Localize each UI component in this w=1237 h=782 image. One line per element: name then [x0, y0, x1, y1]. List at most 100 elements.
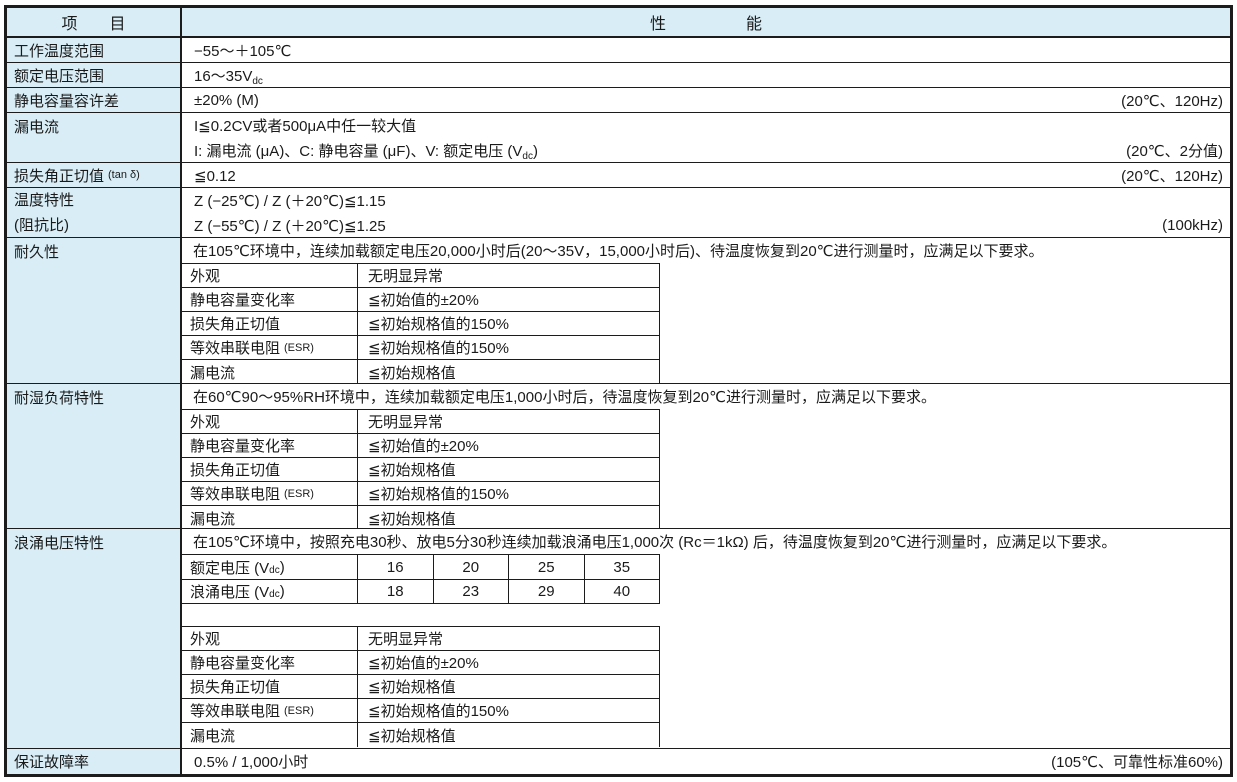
criteria-label: 外观 [182, 627, 358, 650]
criteria-value: ≦初始规格值 [358, 506, 659, 529]
row-leakage-current: 漏电流 I≦0.2CV或者500μA中任一较大值 I: 漏电流 (μA)、C: … [7, 113, 1230, 163]
criteria-value: ≦初始规格值的150% [358, 482, 659, 505]
criteria-value: ≦初始值的±20% [358, 288, 659, 311]
condition-note: (20℃、120Hz) [1121, 90, 1223, 111]
surge-voltage-label: 浪涌电压 (Vdc) [182, 580, 358, 603]
item-label-small: (tan δ) [108, 169, 140, 181]
criteria-label: 损失角正切值 [182, 675, 358, 698]
value-text: 0.5% / 1,000小时 [194, 751, 308, 772]
label-subscript: dc [269, 589, 280, 600]
criteria-label: 漏电流 [182, 360, 358, 384]
surge-voltage-row: 浪涌电压 (Vdc) 18 23 29 40 [182, 579, 659, 603]
criteria-value: ≦初始规格值 [358, 675, 659, 698]
header-item-cell: 项 目 [7, 8, 182, 36]
criteria-label: 漏电流 [182, 723, 358, 747]
item-label-cell: 保证故障率 [7, 749, 182, 774]
criteria-value: ≦初始规格值 [358, 723, 659, 747]
criteria-label-text: 等效串联电阻 [190, 700, 280, 721]
criteria-value: ≦初始值的±20% [358, 651, 659, 674]
item-label-cell: 静电容量容许差 [7, 88, 182, 112]
section-intro: 在105℃环境中，按照充电30秒、放电5分30秒连续加载浪涌电压1,000次 (… [182, 529, 1230, 554]
criteria-label: 损失角正切值 [182, 312, 358, 335]
item-label-cell: 浪涌电压特性 [7, 529, 182, 748]
row-rated-voltage-range: 额定电压范围 16～35Vdc [7, 63, 1230, 88]
criteria-row: 漏电流 ≦初始规格值 [182, 723, 659, 747]
value-text: ±20% (M) [194, 92, 259, 109]
rated-voltage-label: 额定电压 (Vdc) [182, 555, 358, 579]
item-label-cell: 耐湿负荷特性 [7, 384, 182, 528]
criteria-value: ≦初始规格值 [358, 458, 659, 481]
criteria-row: 等效串联电阻(ESR) ≦初始规格值的150% [182, 336, 659, 360]
line2-pre: I: 漏电流 (μA)、C: 静电容量 (μF)、V: 额定电压 (V [194, 143, 522, 160]
value-cell: Z (−25℃) / Z (＋20℃)≦1.15 Z (−55℃) / Z (＋… [182, 188, 1230, 237]
criteria-value: 无明显异常 [358, 410, 659, 433]
value-cell: I≦0.2CV或者500μA中任一较大值 I: 漏电流 (μA)、C: 静电容量… [182, 113, 1230, 162]
section-humidity-load: 耐湿负荷特性 在60℃90～95%RH环境中，连续加载额定电压1,000小时后，… [7, 384, 1230, 529]
item-label-cell: 漏电流 [7, 113, 182, 162]
value-subscript: dc [252, 76, 263, 87]
value-main: 16～35V [194, 68, 252, 85]
rated-voltage-value: 20 [434, 555, 510, 579]
header-performance-cell: 性 能 [182, 8, 1230, 36]
value-cell: ≦0.12 (20℃、120Hz) [182, 163, 1230, 187]
criteria-label-small: (ESR) [284, 342, 314, 354]
value-cell: 0.5% / 1,000小时 (105℃、可靠性标准60%) [182, 749, 1230, 774]
row-operating-temperature: 工作温度范围 −55～＋105℃ [7, 38, 1230, 63]
criteria-row: 外观 无明显异常 [182, 410, 659, 434]
criteria-sub-table: 外观 无明显异常 静电容量变化率 ≦初始值的±20% 损失角正切值 ≦初始规格值… [182, 409, 660, 529]
criteria-label: 静电容量变化率 [182, 288, 358, 311]
criteria-row: 等效串联电阻(ESR) ≦初始规格值的150% [182, 699, 659, 723]
criteria-label-text: 等效串联电阻 [190, 337, 280, 358]
section-intro: 在105℃环境中，连续加载额定电压20,000小时后(20～35V，15,000… [182, 238, 1230, 263]
item-label: 耐湿负荷特性 [14, 387, 104, 408]
surge-voltage-value: 40 [585, 580, 660, 603]
criteria-label: 等效串联电阻 (ESR) [182, 699, 358, 722]
criteria-label: 外观 [182, 264, 358, 287]
criteria-row: 损失角正切值 ≦初始规格值 [182, 675, 659, 699]
criteria-label: 外观 [182, 410, 358, 433]
section-surge-voltage: 浪涌电压特性 在105℃环境中，按照充电30秒、放电5分30秒连续加载浪涌电压1… [7, 529, 1230, 749]
value-cell: 16～35Vdc [182, 63, 1230, 87]
label-pre: 额定电压 (V [190, 557, 269, 578]
item-label: 耐久性 [14, 241, 59, 262]
value-line1: Z (−25℃) / Z (＋20℃)≦1.15 [194, 190, 386, 211]
row-failure-rate: 保证故障率 0.5% / 1,000小时 (105℃、可靠性标准60%) [7, 749, 1230, 774]
criteria-label: 静电容量变化率 [182, 651, 358, 674]
spec-table: 项 目 性 能 工作温度范围 −55～＋105℃ 额定电压范围 16～35Vdc [4, 5, 1233, 777]
item-label-cell: 额定电压范围 [7, 63, 182, 87]
criteria-row: 损失角正切值 ≦初始规格值的150% [182, 312, 659, 336]
value-cell: −55～＋105℃ [182, 38, 1230, 62]
surge-voltage-value: 29 [509, 580, 585, 603]
line2-post: ) [533, 143, 538, 160]
criteria-label-small: (ESR) [284, 705, 314, 717]
value-line1: I≦0.2CV或者500μA中任一较大值 [194, 115, 416, 136]
condition-note: (20℃、120Hz) [1121, 165, 1223, 186]
criteria-label: 等效串联电阻(ESR) [182, 482, 358, 505]
condition-note: (20℃、2分值) [1126, 140, 1223, 161]
section-durability: 耐久性 在105℃环境中，连续加载额定电压20,000小时后(20～35V，15… [7, 238, 1230, 384]
value-cell: 在105℃环境中，按照充电30秒、放电5分30秒连续加载浪涌电压1,000次 (… [182, 529, 1230, 748]
criteria-row: 静电容量变化率 ≦初始值的±20% [182, 288, 659, 312]
rated-voltage-value: 25 [509, 555, 585, 579]
criteria-row: 损失角正切值 ≦初始规格值 [182, 458, 659, 482]
criteria-row: 漏电流 ≦初始规格值 [182, 506, 659, 529]
criteria-label: 损失角正切值 [182, 458, 358, 481]
value-cell: ±20% (M) (20℃、120Hz) [182, 88, 1230, 112]
item-label-cell: 温度特性 (阻抗比) [7, 188, 182, 237]
rated-voltage-value: 16 [358, 555, 434, 579]
criteria-row: 外观 无明显异常 [182, 264, 659, 288]
line2-subscript: dc [522, 151, 533, 162]
item-label: 漏电流 [14, 116, 59, 137]
criteria-label-text: 等效串联电阻 [190, 483, 280, 504]
value-text: ≦0.12 [194, 167, 236, 185]
label-pre: 浪涌电压 (V [190, 581, 269, 602]
label-post: ) [280, 559, 285, 576]
criteria-value: ≦初始值的±20% [358, 434, 659, 457]
value-cell: 在60℃90～95%RH环境中，连续加载额定电压1,000小时后，待温度恢复到2… [182, 384, 1230, 528]
criteria-sub-table: 外观 无明显异常 静电容量变化率 ≦初始值的±20% 损失角正切值 ≦初始规格值… [182, 626, 660, 747]
item-label-cell: 耐久性 [7, 238, 182, 383]
label-post: ) [280, 583, 285, 600]
value-text: 16～35Vdc [194, 65, 263, 86]
datasheet-page: 项 目 性 能 工作温度范围 −55～＋105℃ 额定电压范围 16～35Vdc [0, 0, 1237, 782]
value-cell: 在105℃环境中，连续加载额定电压20,000小时后(20～35V，15,000… [182, 238, 1230, 383]
